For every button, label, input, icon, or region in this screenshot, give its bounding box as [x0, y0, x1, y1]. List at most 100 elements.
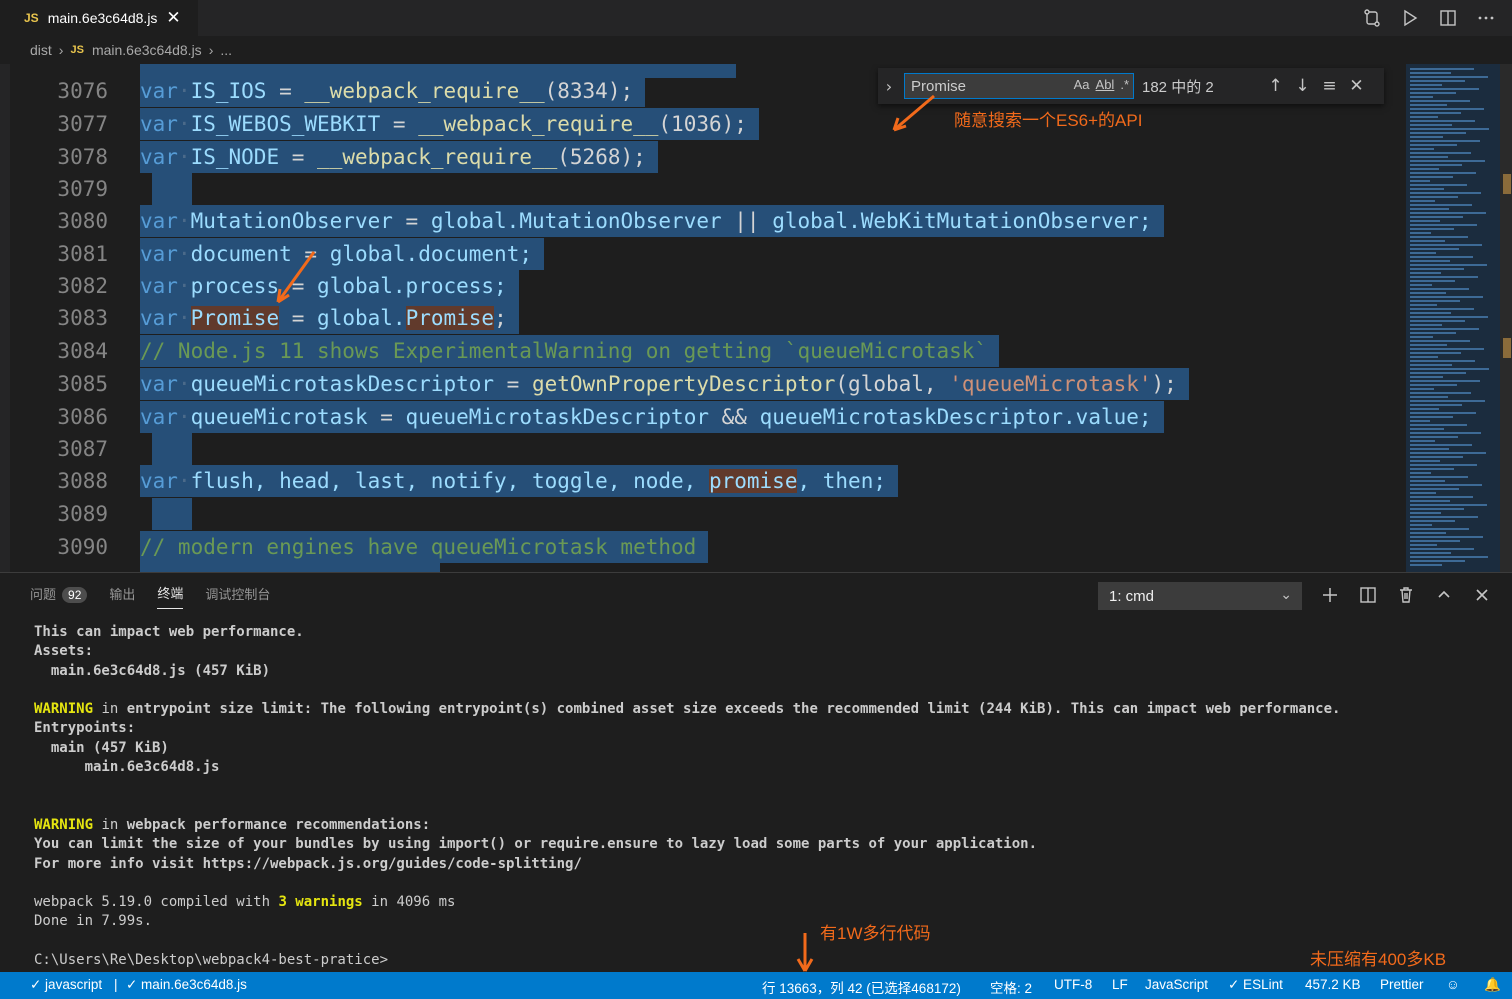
minimap-row	[1410, 344, 1447, 346]
code-line[interactable]: 3088 var·flush, head, last, notify, togg…	[0, 465, 1400, 497]
split-editor-icon[interactable]	[1436, 6, 1460, 30]
minimap[interactable]	[1406, 64, 1500, 572]
minimap-row	[1410, 368, 1489, 370]
status-encoding[interactable]: UTF-8	[1054, 977, 1092, 992]
breadcrumb-file[interactable]: main.6e3c64d8.js	[92, 42, 202, 58]
minimap-row	[1410, 280, 1455, 282]
close-icon[interactable]: ✕	[1343, 76, 1370, 96]
split-terminal-icon[interactable]	[1356, 583, 1380, 607]
keyword: var	[140, 372, 178, 396]
code-line[interactable]: 3086 var·queueMicrotask = queueMicrotask…	[0, 401, 1400, 433]
minimap-row	[1410, 420, 1430, 422]
status-eol[interactable]: LF	[1112, 977, 1128, 992]
bottom-panel: 问题 92 输出 终端 调试控制台 1: cmd ⌄ This can impac…	[0, 572, 1512, 972]
code-line[interactable]: 3085 var·queueMicrotaskDescriptor = getO…	[0, 368, 1400, 400]
code-text	[152, 173, 192, 205]
add-terminal-icon[interactable]	[1318, 583, 1342, 607]
string-literal: 'queueMicrotask'	[949, 372, 1152, 396]
code-line[interactable]: 3080 var·MutationObserver = global.Mutat…	[0, 205, 1400, 237]
minimap-row	[1410, 512, 1441, 514]
code-text: var·IS_IOS = __webpack_require__(8334);	[140, 75, 646, 107]
code-line[interactable]: 3082 var·process = global.process;	[0, 270, 1400, 302]
code-line[interactable]: 3090 // modern engines have queueMicrota…	[0, 531, 1400, 563]
status-eslint[interactable]: ✓ ESLint	[1228, 977, 1283, 993]
terminal-select-value: 1: cmd	[1109, 587, 1155, 605]
tab-output[interactable]: 输出	[109, 584, 135, 609]
trash-icon[interactable]	[1394, 583, 1418, 607]
code-editor[interactable]: 3076 var·IS_IOS = __webpack_require__(83…	[0, 64, 1512, 572]
terminal-line: For more info visit https://webpack.js.o…	[34, 855, 582, 872]
use-regex-icon[interactable]: .*	[1120, 77, 1129, 92]
match-case-icon[interactable]: Aa	[1074, 77, 1090, 92]
minimap-row	[1410, 456, 1463, 458]
status-language-check[interactable]: ✓ javascript	[30, 977, 102, 993]
vertical-scrollbar[interactable]	[1500, 64, 1512, 572]
arrow-up-icon[interactable]: ↑	[1262, 76, 1289, 96]
minimap-row	[1410, 116, 1438, 118]
terminal-line: Assets:	[34, 643, 94, 660]
minimap-row	[1410, 408, 1439, 410]
breadcrumb-symbols[interactable]: ...	[220, 42, 232, 58]
minimap-row	[1410, 564, 1442, 566]
find-in-selection-icon[interactable]: ≡	[1316, 76, 1343, 96]
minimap-row	[1410, 284, 1432, 286]
tab-debug-console[interactable]: 调试控制台	[205, 584, 270, 609]
code-line[interactable]: 3083 var·Promise = global.Promise;	[0, 302, 1400, 334]
code-line[interactable]: 3087	[0, 433, 1400, 465]
minimap-row	[1410, 168, 1439, 170]
minimap-row	[1410, 276, 1478, 278]
operator: &&	[721, 405, 747, 429]
code-text: var·MutationObserver = global.MutationOb…	[140, 205, 1164, 237]
editor-tab-main-js[interactable]: JS main.6e3c64d8.js ✕	[0, 0, 198, 36]
expression: queueMicrotaskDescriptor.value;	[759, 405, 1152, 429]
code-line[interactable]: 3077 var·IS_WEBOS_WEBKIT = __webpack_req…	[0, 108, 1400, 140]
keyword: var	[140, 145, 178, 169]
terminal-select[interactable]: 1: cmd ⌄	[1098, 582, 1302, 610]
code-line[interactable]: 3079	[0, 173, 1400, 205]
terminal-text: in	[93, 816, 127, 833]
code-line[interactable]: 3078 var·IS_NODE = __webpack_require__(5…	[0, 141, 1400, 173]
terminal-line: main.6e3c64d8.js (457 KiB)	[34, 662, 271, 679]
tab-terminal[interactable]: 终端	[157, 583, 184, 609]
feedback-icon[interactable]: ☺	[1446, 977, 1460, 992]
status-cursor-position[interactable]: 行 13663，列 42 (已选择468172)	[762, 977, 961, 997]
minimap-row	[1410, 424, 1467, 426]
status-prettier[interactable]: Prettier	[1380, 977, 1424, 992]
minimap-row	[1410, 112, 1461, 114]
status-language-mode[interactable]: JavaScript	[1145, 977, 1208, 992]
terminal-output[interactable]: This can impact web performance. Assets:…	[34, 623, 1494, 970]
status-separator: |	[114, 977, 118, 992]
breadcrumb-folder-dist[interactable]: dist	[30, 42, 52, 58]
tab-problems[interactable]: 问题 92	[30, 584, 88, 609]
code-line[interactable]: 3084 // Node.js 11 shows ExperimentalWar…	[0, 335, 1400, 367]
code-line[interactable]: 3081 var·document = global.document;	[0, 238, 1400, 270]
maximize-panel-icon[interactable]	[1432, 583, 1456, 607]
notifications-bell-icon[interactable]: 🔔	[1484, 977, 1501, 993]
minimap-row	[1410, 560, 1465, 562]
close-icon[interactable]	[1470, 583, 1494, 607]
more-actions-icon[interactable]	[1474, 6, 1498, 30]
minimap-row	[1410, 228, 1454, 230]
search-match: Promise	[190, 306, 280, 330]
status-file-check[interactable]: ✓ main.6e3c64d8.js	[126, 977, 247, 993]
line-number: 3089	[57, 502, 108, 526]
open-changes-icon[interactable]	[1360, 6, 1384, 30]
run-icon[interactable]	[1398, 6, 1422, 30]
annotation-arrow-icon	[276, 251, 316, 304]
close-icon[interactable]: ✕	[165, 10, 181, 27]
status-indentation[interactable]: 空格: 2	[990, 977, 1032, 997]
minimap-row	[1410, 544, 1437, 546]
expression: queueMicrotaskDescriptor	[405, 405, 709, 429]
function-call: __webpack_require__	[418, 112, 659, 136]
minimap-row	[1410, 536, 1483, 538]
scrollbar-marker	[1503, 174, 1511, 194]
minimap-row	[1410, 492, 1436, 494]
terminal-line: main.6e3c64d8.js	[34, 759, 220, 776]
keyword: var	[140, 112, 178, 136]
find-input[interactable]: Promise Aa Abl .*	[904, 73, 1134, 99]
match-whole-word-icon[interactable]: Abl	[1096, 77, 1115, 92]
arrow-down-icon[interactable]: ↓	[1289, 76, 1316, 96]
chevron-right-icon: ›	[58, 42, 64, 58]
code-text: var·Promise = global.Promise;	[140, 302, 519, 334]
code-line[interactable]: 3089	[0, 498, 1400, 530]
